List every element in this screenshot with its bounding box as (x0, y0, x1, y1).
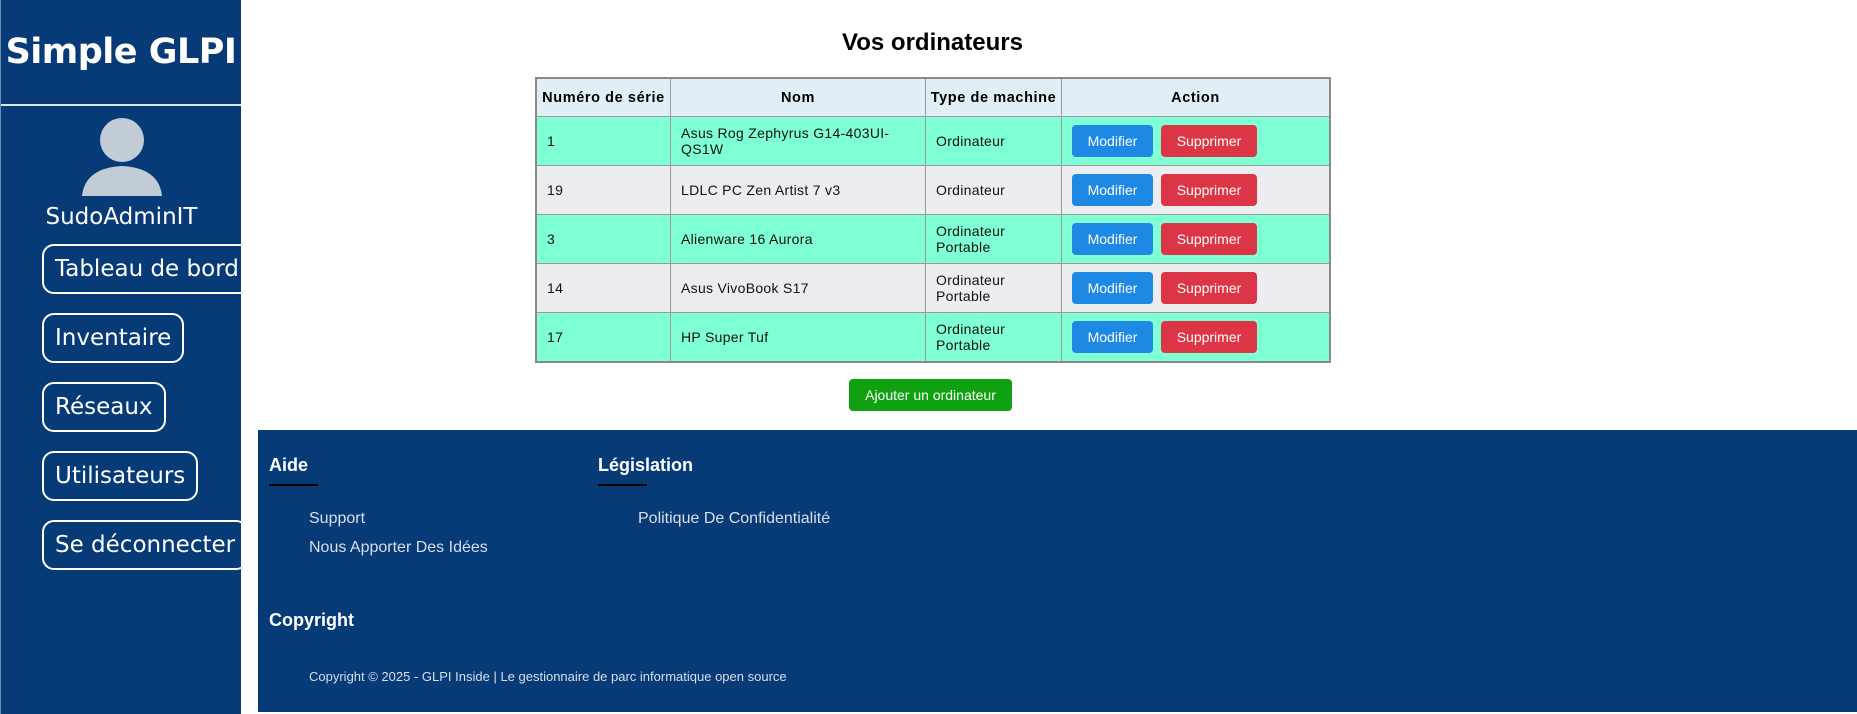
type-cell: Ordinateur (925, 165, 1062, 215)
serial-cell: 19 (535, 165, 671, 215)
serial-cell: 3 (535, 214, 671, 264)
edit-button[interactable]: Modifier (1072, 174, 1153, 206)
table-row: 14 Asus VivoBook S17 Ordinateur Portable… (535, 263, 1331, 313)
table-row: 3 Alienware 16 Aurora Ordinateur Portabl… (535, 214, 1331, 264)
sidebar: Simple GLPI SudoAdminIT Tableau de bord … (0, 0, 252, 714)
computers-table: Numéro de série Nom Type de machine Acti… (535, 77, 1331, 363)
name-cell: Asus Rog Zephyrus G14-403UI-QS1W (670, 116, 926, 166)
footer-legislation-underline (598, 484, 647, 486)
delete-button[interactable]: Supprimer (1161, 272, 1257, 304)
page-title: Vos ordinateurs (842, 29, 1023, 56)
nav-networks-button[interactable]: Réseaux (42, 382, 166, 432)
column-header-name: Nom (670, 77, 926, 117)
delete-button[interactable]: Supprimer (1161, 174, 1257, 206)
edit-button[interactable]: Modifier (1072, 321, 1153, 353)
footer: Aide Support Nous Apporter Des Idées Lég… (258, 430, 1857, 712)
type-cell: Ordinateur Portable (925, 312, 1062, 363)
action-cell: Modifier Supprimer (1061, 312, 1331, 363)
footer-copyright-title: Copyright (269, 610, 354, 630)
type-cell: Ordinateur Portable (925, 214, 1062, 264)
footer-aide-title: Aide (269, 455, 309, 475)
table-row: 1 Asus Rog Zephyrus G14-403UI-QS1W Ordin… (535, 116, 1331, 166)
nav-inventory-button[interactable]: Inventaire (42, 313, 185, 363)
table-row: 17 HP Super Tuf Ordinateur Portable Modi… (535, 312, 1331, 363)
action-cell: Modifier Supprimer (1061, 214, 1331, 264)
delete-button[interactable]: Supprimer (1161, 223, 1257, 255)
column-header-serial: Numéro de série (535, 77, 671, 117)
serial-cell: 17 (535, 312, 671, 363)
edit-button[interactable]: Modifier (1072, 223, 1153, 255)
name-cell: Alienware 16 Aurora (670, 214, 926, 264)
type-cell: Ordinateur (925, 116, 1062, 166)
user-avatar-icon (82, 118, 162, 196)
footer-link-support[interactable]: Support (309, 510, 365, 528)
username: SudoAdminIT (45, 204, 198, 230)
logout-button[interactable]: Se déconnecter (42, 520, 249, 570)
footer-link-privacy[interactable]: Politique De Confidentialité (638, 510, 830, 528)
footer-link-ideas[interactable]: Nous Apporter Des Idées (309, 539, 488, 557)
nav-users-button[interactable]: Utilisateurs (42, 451, 199, 501)
action-cell: Modifier Supprimer (1061, 116, 1331, 166)
table-header-row: Numéro de série Nom Type de machine Acti… (535, 77, 1331, 117)
serial-cell: 1 (535, 116, 671, 166)
action-cell: Modifier Supprimer (1061, 165, 1331, 215)
nav-dashboard-button[interactable]: Tableau de bord (42, 244, 252, 294)
add-computer-button[interactable]: Ajouter un ordinateur (849, 379, 1012, 411)
action-cell: Modifier Supprimer (1061, 263, 1331, 313)
copyright-text: Copyright © 2025 - GLPI Inside | Le gest… (309, 669, 787, 684)
name-cell: Asus VivoBook S17 (670, 263, 926, 313)
type-cell: Ordinateur Portable (925, 263, 1062, 313)
table-row: 19 LDLC PC Zen Artist 7 v3 Ordinateur Mo… (535, 165, 1331, 215)
serial-cell: 14 (535, 263, 671, 313)
name-cell: HP Super Tuf (670, 312, 926, 363)
delete-button[interactable]: Supprimer (1161, 321, 1257, 353)
edit-button[interactable]: Modifier (1072, 272, 1153, 304)
column-header-type: Type de machine (925, 77, 1062, 117)
footer-legislation-title: Législation (598, 455, 694, 475)
footer-aide-underline (269, 484, 318, 486)
column-header-action: Action (1061, 77, 1331, 117)
name-cell: LDLC PC Zen Artist 7 v3 (670, 165, 926, 215)
delete-button[interactable]: Supprimer (1161, 125, 1257, 157)
edit-button[interactable]: Modifier (1072, 125, 1153, 157)
